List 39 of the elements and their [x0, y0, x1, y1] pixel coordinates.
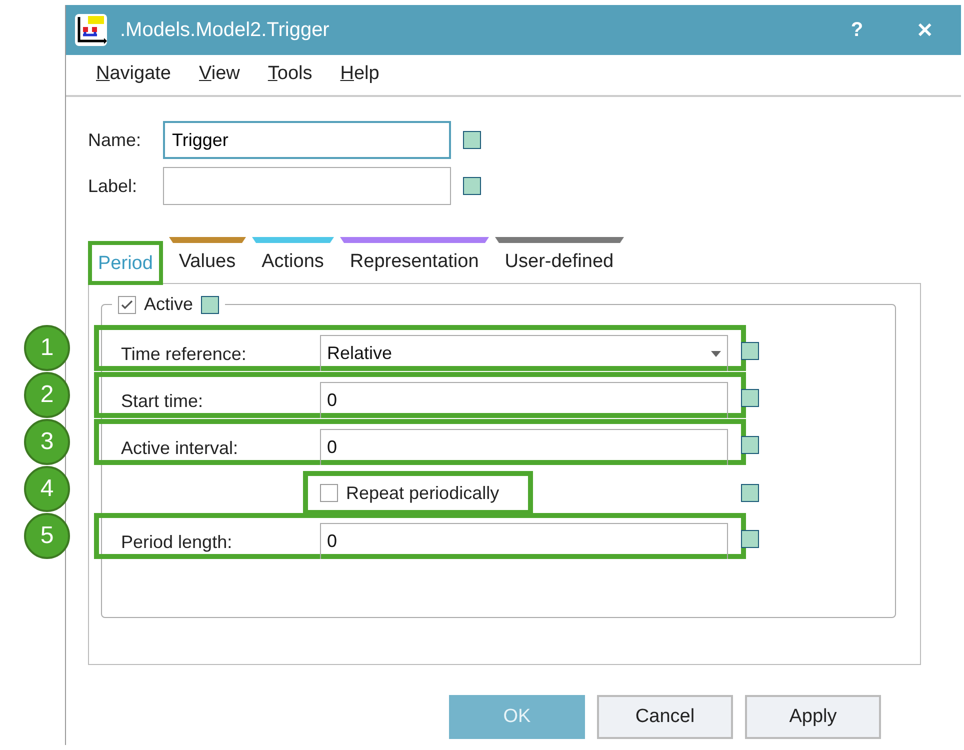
dialog-button[interactable]: Apply [745, 695, 881, 739]
callout-badge: 2 [24, 372, 70, 418]
checkbox[interactable] [118, 296, 136, 314]
field-label: Active interval: [121, 437, 240, 459]
dropdown[interactable]: Relative [320, 335, 728, 371]
menu-item[interactable]: View [199, 63, 240, 85]
callout-badge: 4 [24, 466, 70, 512]
toggle-square[interactable] [201, 296, 220, 314]
group-label: Active [144, 294, 194, 315]
toggle-square[interactable] [463, 131, 481, 149]
toggle-square[interactable] [741, 436, 759, 454]
toggle-square[interactable] [741, 530, 759, 548]
menu-item[interactable]: Tools [268, 63, 312, 85]
menu-item[interactable]: Help [340, 63, 380, 85]
window-title: .Models.Model2.Trigger [120, 18, 330, 42]
field-label: Label: [88, 176, 138, 196]
callout-badge: 3 [24, 419, 70, 465]
caret-icon [711, 350, 721, 356]
app-icon [74, 13, 108, 47]
dialog-button[interactable]: Cancel [597, 695, 733, 739]
field-label: Period length: [121, 531, 234, 553]
field-label: Time reference: [121, 343, 248, 365]
callout-badge: 5 [24, 513, 70, 559]
text-field[interactable] [163, 167, 451, 205]
checkbox[interactable] [320, 484, 338, 502]
toggle-square[interactable] [463, 177, 481, 195]
check-icon [120, 298, 134, 312]
field-label: Name: [88, 130, 142, 150]
checkbox-label: Repeat periodically [346, 482, 500, 504]
toggle-square[interactable] [741, 388, 759, 406]
menu-item[interactable]: Navigate [96, 63, 172, 85]
text-field[interactable]: Trigger [163, 121, 451, 159]
field-label: Start time: [121, 390, 204, 412]
input-field[interactable]: 0 [320, 523, 728, 559]
callout-badge: 1 [24, 325, 70, 371]
toggle-square[interactable] [741, 484, 759, 502]
input-field[interactable]: 0 [320, 429, 728, 465]
toggle-square[interactable] [741, 342, 759, 360]
input-field[interactable]: 0 [320, 382, 728, 418]
